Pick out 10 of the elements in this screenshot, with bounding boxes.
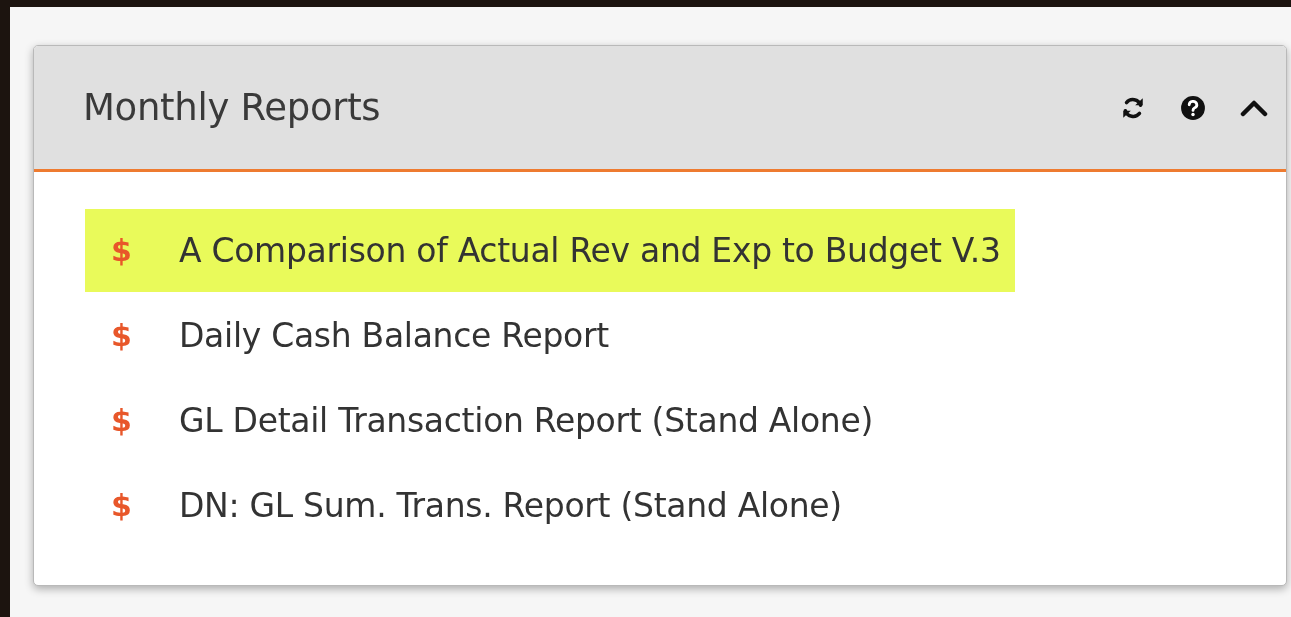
dollar-icon: $ bbox=[111, 403, 179, 438]
report-link[interactable]: $ A Comparison of Actual Rev and Exp to Budget V.3 bbox=[85, 209, 1015, 292]
report-link[interactable]: $ Daily Cash Balance Report bbox=[85, 294, 623, 377]
report-link[interactable]: $ GL Detail Transaction Report (Stand Alone) bbox=[85, 379, 888, 462]
dollar-icon: $ bbox=[111, 233, 179, 268]
report-link[interactable]: $ DN: GL Sum. Trans. Report (Stand Alone) bbox=[85, 464, 856, 547]
dollar-icon: $ bbox=[111, 318, 179, 353]
panel-title: Monthly Reports bbox=[83, 86, 382, 129]
help-icon[interactable] bbox=[1180, 94, 1206, 121]
dollar-icon: $ bbox=[111, 488, 179, 523]
